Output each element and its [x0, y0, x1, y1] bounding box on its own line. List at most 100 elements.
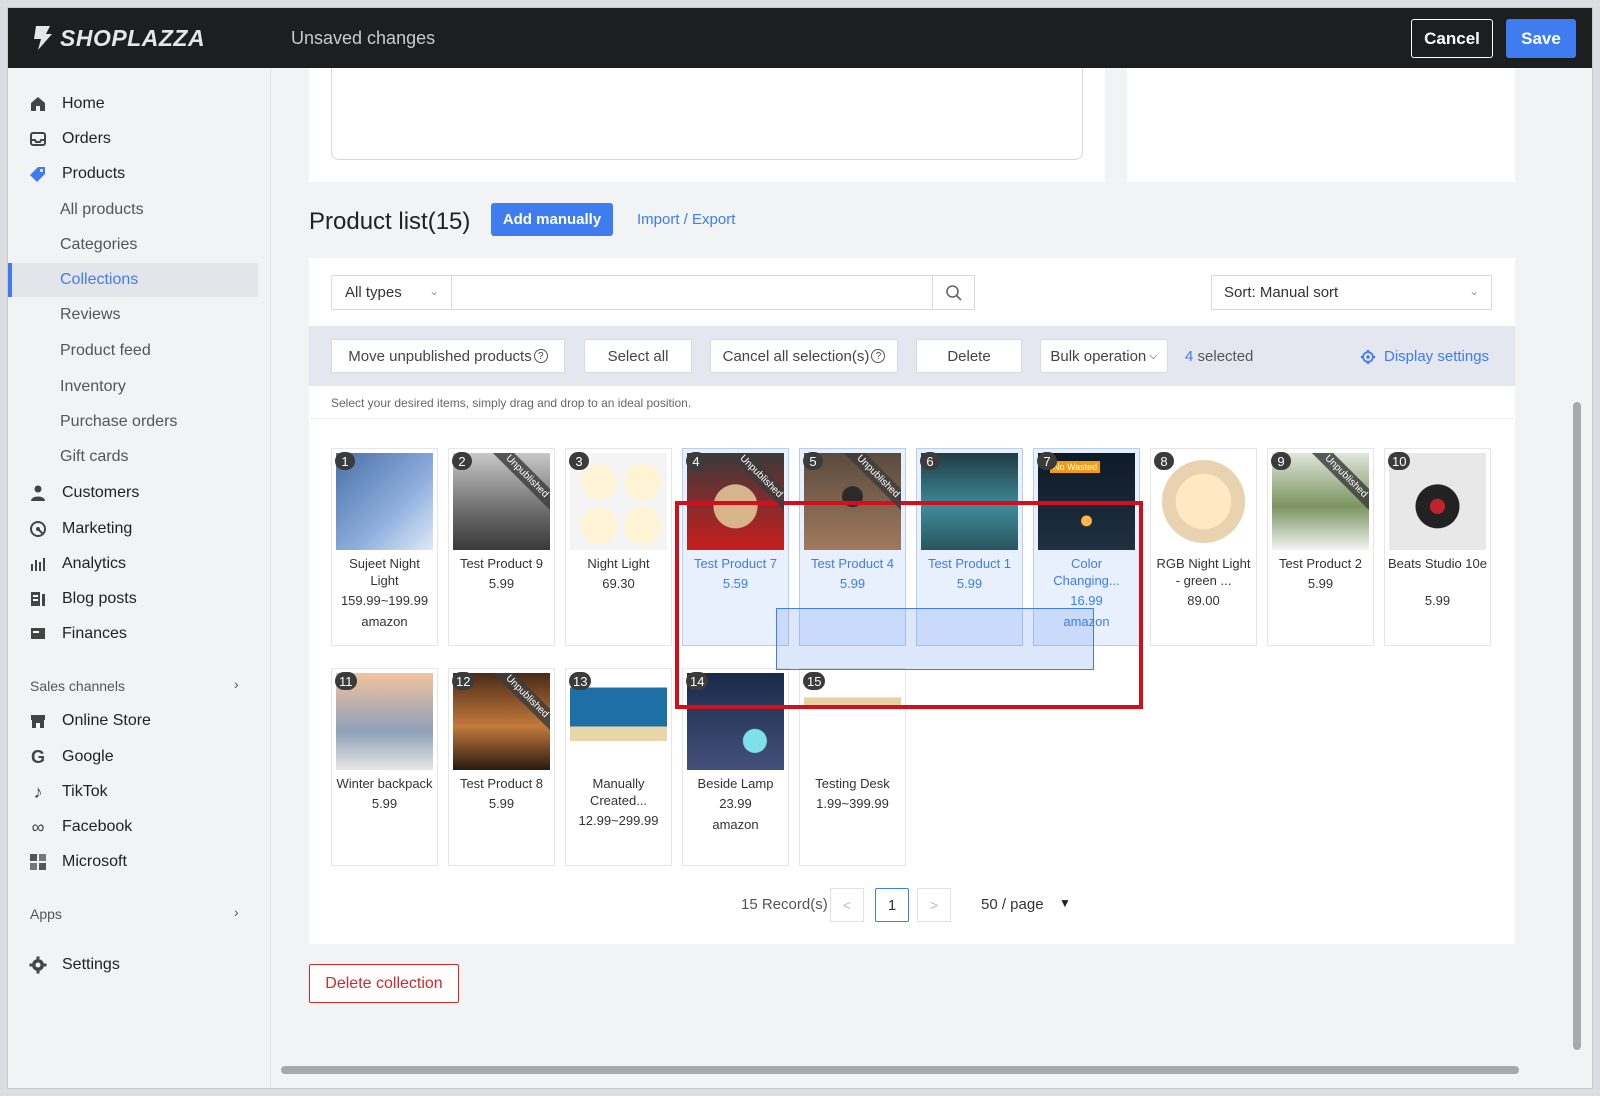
- image-badge: No Wasted: [1050, 461, 1101, 473]
- product-price: 5.99: [371, 796, 398, 811]
- page-size-select[interactable]: 50 / page: [981, 896, 1044, 913]
- position-badge: 11: [335, 672, 357, 690]
- product-card[interactable]: 11 Winter backpack 5.99: [331, 668, 438, 866]
- sidebar-item-google[interactable]: G Google: [8, 740, 271, 774]
- main-content: Product list(15) Add manually Import / E…: [271, 68, 1561, 1058]
- sidebar-item-analytics[interactable]: Analytics: [8, 547, 271, 581]
- browser-window: SHOPLAZZA Unsaved changes Cancel Save Ho…: [7, 7, 1593, 1089]
- record-count: 15 Record(s): [741, 896, 828, 913]
- sort-select[interactable]: Sort: Manual sort ⌄: [1211, 275, 1492, 310]
- search-input[interactable]: [451, 275, 933, 310]
- select-all-button[interactable]: Select all: [584, 339, 692, 373]
- product-name: Winter backpack: [336, 776, 433, 791]
- selected-suffix: selected: [1197, 348, 1254, 365]
- sidebar-subitem-all-products[interactable]: All products: [8, 193, 258, 227]
- page-1-button[interactable]: 1: [875, 888, 909, 922]
- prev-page-button[interactable]: <: [830, 888, 864, 922]
- sidebar-subitem-product-feed[interactable]: Product feed: [8, 334, 258, 368]
- chevron-down-icon: ⌵: [1149, 349, 1158, 362]
- product-card[interactable]: 8 RGB Night Light - green ... 89.00: [1150, 448, 1257, 646]
- vertical-scrollbar[interactable]: [1561, 68, 1592, 1068]
- store-icon: [28, 711, 48, 731]
- product-name: Test Product 9: [459, 556, 544, 571]
- display-settings-link[interactable]: Display settings: [1360, 348, 1489, 365]
- chevron-right-icon[interactable]: ›: [234, 904, 239, 920]
- save-button[interactable]: Save: [1506, 19, 1576, 58]
- add-manually-button[interactable]: Add manually: [491, 203, 613, 236]
- bar-chart-icon: [28, 554, 48, 574]
- import-export-link[interactable]: Import / Export: [637, 211, 735, 228]
- product-name: Beside Lamp: [697, 776, 774, 791]
- position-badge: 5: [803, 452, 823, 470]
- sidebar-item-finances[interactable]: Finances: [8, 617, 271, 651]
- move-unpublished-button[interactable]: Move unpublished products?: [331, 339, 565, 373]
- sidebar-item-customers[interactable]: Customers: [8, 476, 271, 510]
- product-price: 5.99: [488, 576, 515, 591]
- delete-button[interactable]: Delete: [916, 339, 1022, 373]
- position-badge: 12: [452, 672, 475, 690]
- position-badge: 3: [569, 452, 589, 470]
- type-filter-select[interactable]: All types ⌄: [331, 275, 452, 310]
- delete-collection-button[interactable]: Delete collection: [309, 964, 459, 1003]
- product-price: 5.99: [488, 796, 515, 811]
- sidebar-item-marketing[interactable]: Marketing: [8, 512, 271, 546]
- position-badge: 2: [452, 452, 472, 470]
- sidebar-item-settings[interactable]: Settings: [8, 948, 271, 982]
- bulk-operation-dropdown[interactable]: Bulk operation ⌵: [1040, 339, 1168, 373]
- description-editor[interactable]: [331, 68, 1083, 160]
- cancel-all-selection-button[interactable]: Cancel all selection(s)?: [710, 339, 898, 373]
- sidebar-item-products[interactable]: Products: [8, 157, 271, 191]
- sidebar-item-label: Microsoft: [62, 853, 127, 870]
- sidebar-item-facebook[interactable]: ∞ Facebook: [8, 810, 271, 844]
- sidebar-item-orders[interactable]: Orders: [8, 122, 271, 156]
- product-card[interactable]: Unpublished 9 Test Product 2 5.99: [1267, 448, 1374, 646]
- sidebar-item-tiktok[interactable]: ♪ TikTok: [8, 775, 271, 809]
- product-vendor: amazon: [712, 817, 759, 832]
- sidebar-subitem-purchase-orders[interactable]: Purchase orders: [8, 405, 258, 439]
- bulk-operation-label: Bulk operation: [1050, 347, 1147, 365]
- sidebar-subitem-inventory[interactable]: Inventory: [8, 370, 258, 404]
- sidebar-item-label: TikTok: [62, 783, 108, 800]
- search-button[interactable]: [932, 275, 975, 310]
- sidebar-item-microsoft[interactable]: Microsoft: [8, 845, 271, 879]
- sidebar-item-online-store[interactable]: Online Store: [8, 704, 271, 738]
- unpublished-ribbon: Unpublished: [489, 453, 550, 514]
- brand-logo[interactable]: SHOPLAZZA: [30, 24, 205, 52]
- scrollbar-thumb[interactable]: [281, 1066, 1519, 1074]
- product-name: Test Product 2: [1278, 556, 1363, 571]
- sidebar-subitem-reviews[interactable]: Reviews: [8, 298, 258, 332]
- sidebar-item-label: Products: [62, 165, 126, 182]
- product-card[interactable]: 10 Beats Studio 10e 5.99: [1384, 448, 1491, 646]
- sidebar-item-home[interactable]: Home: [8, 87, 271, 121]
- product-card[interactable]: 1 Sujeet Night Light 159.99~199.99 amazon: [331, 448, 438, 646]
- horizontal-scrollbar[interactable]: [271, 1060, 1561, 1082]
- side-card: [1127, 68, 1515, 182]
- sidebar-item-label: Home: [62, 95, 105, 112]
- cancel-button[interactable]: Cancel: [1411, 19, 1493, 58]
- help-icon: ?: [871, 349, 886, 363]
- product-card[interactable]: Unpublished 12 Test Product 8 5.99: [448, 668, 555, 866]
- sidebar-subitem-gift-cards[interactable]: Gift cards: [8, 440, 258, 474]
- bulk-toolbar: Move unpublished products? Select all Ca…: [309, 326, 1515, 386]
- product-card[interactable]: Unpublished 2 Test Product 9 5.99: [448, 448, 555, 646]
- position-badge: 10: [1388, 452, 1411, 470]
- sidebar-item-label: Settings: [62, 956, 120, 973]
- sidebar-subitem-collections[interactable]: Collections: [8, 263, 258, 297]
- position-badge: 9: [1271, 452, 1291, 470]
- product-name: RGB Night Light - green ...: [1156, 556, 1251, 588]
- tag-icon: [28, 164, 48, 184]
- product-price: 89.00: [1187, 593, 1220, 608]
- sidebar-subitem-categories[interactable]: Categories: [8, 228, 258, 262]
- product-card[interactable]: 13 Manually Created... 12.99~299.99: [565, 668, 672, 866]
- product-price: 69.30: [602, 576, 635, 591]
- sidebar-item-blog-posts[interactable]: Blog posts: [8, 582, 271, 616]
- position-badge: 13: [569, 672, 592, 690]
- scrollbar-thumb[interactable]: [1573, 402, 1581, 1050]
- chevron-down-icon: ⌄: [428, 284, 439, 298]
- brand-name: SHOPLAZZA: [60, 24, 206, 51]
- chevron-right-icon[interactable]: ›: [234, 676, 239, 692]
- product-card[interactable]: 3 Night Light 69.30: [565, 448, 672, 646]
- next-page-button[interactable]: >: [917, 888, 951, 922]
- position-badge: 8: [1154, 452, 1174, 470]
- caret-down-icon[interactable]: ▼: [1059, 896, 1071, 910]
